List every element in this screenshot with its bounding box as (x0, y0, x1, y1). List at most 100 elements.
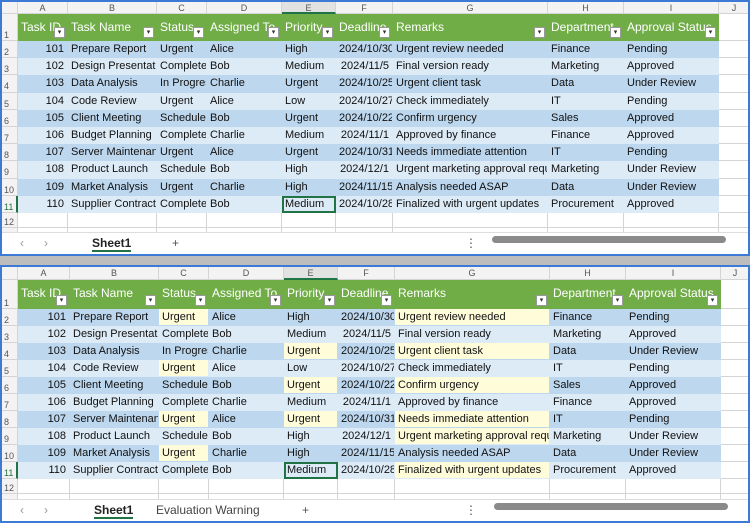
header-assigned-to[interactable]: Assigned To ▾ (209, 280, 284, 309)
table-cell[interactable]: Approved (624, 195, 719, 213)
table-cell[interactable]: 108 (18, 161, 68, 179)
table-cell[interactable]: Urgent (157, 92, 207, 110)
table-cell[interactable]: Urgent (282, 75, 336, 93)
row-header-11[interactable]: 11 (2, 462, 18, 479)
table-cell[interactable]: Sales (550, 377, 626, 394)
horizontal-scrollbar[interactable] (494, 503, 728, 510)
header-assigned-to[interactable]: Assigned To ▾ (207, 14, 282, 41)
table-cell[interactable]: Product Launch (70, 428, 159, 445)
more-options-icon[interactable]: ⋮ (465, 236, 477, 250)
table-cell[interactable]: Supplier Contract (70, 462, 159, 479)
table-cell[interactable]: Urgent (157, 144, 207, 162)
header-department[interactable]: Department ▾ (548, 14, 624, 41)
table-cell[interactable]: Approved (624, 109, 719, 127)
table-cell[interactable]: Urgent client task (393, 75, 548, 93)
empty-cell[interactable] (207, 213, 282, 229)
table-cell[interactable]: Server Maintenance (68, 144, 157, 162)
table-cell[interactable]: Data (548, 75, 624, 93)
table-cell[interactable]: Data (550, 343, 626, 360)
table-cell[interactable]: Final version ready (395, 326, 550, 343)
table-cell[interactable]: Final version ready (393, 58, 548, 76)
row-header-5[interactable]: 5 (2, 360, 18, 377)
table-cell[interactable]: Finance (548, 127, 624, 145)
table-cell[interactable]: Completed (157, 127, 207, 145)
table-cell[interactable]: Bob (207, 58, 282, 76)
table-cell[interactable]: Finalized with urgent updates (393, 195, 548, 213)
table-cell[interactable]: Design Presentation (68, 58, 157, 76)
table-cell[interactable]: Data Analysis (68, 75, 157, 93)
table-cell[interactable]: 109 (18, 178, 68, 196)
table-cell[interactable]: Alice (207, 144, 282, 162)
table-cell[interactable]: Marketing (548, 161, 624, 179)
table-cell[interactable]: Bob (207, 109, 282, 127)
filter-dropdown-icon[interactable]: ▾ (195, 295, 206, 306)
filter-dropdown-icon[interactable]: ▾ (536, 295, 547, 306)
row-header-4[interactable]: 4 (2, 75, 18, 93)
row-header-8[interactable]: 8 (2, 411, 18, 428)
table-cell[interactable]: Urgent marketing approval required (395, 428, 550, 445)
table-cell[interactable]: High (284, 445, 338, 462)
empty-cell[interactable] (721, 360, 748, 377)
empty-cell[interactable] (721, 377, 748, 394)
table-cell[interactable]: IT (550, 360, 626, 377)
table-cell[interactable]: Finance (548, 41, 624, 59)
table-cell[interactable]: Supplier Contract (68, 195, 157, 213)
table-cell[interactable]: Bob (209, 462, 284, 479)
empty-cell[interactable] (719, 144, 748, 162)
table-cell[interactable]: Client Meeting (68, 109, 157, 127)
table-cell[interactable]: 102 (18, 326, 70, 343)
table-cell[interactable]: Completed (159, 394, 209, 411)
header-approval-status[interactable]: Approval Status ▾ (624, 14, 719, 41)
filter-dropdown-icon[interactable]: ▾ (707, 295, 718, 306)
table-cell[interactable]: Under Review (626, 445, 721, 462)
empty-cell[interactable] (719, 161, 748, 179)
row-header-3[interactable]: 3 (2, 326, 18, 343)
header-task-id[interactable]: Task ID ▾ (18, 14, 68, 41)
row-header-5[interactable]: 5 (2, 92, 18, 110)
empty-cell[interactable] (719, 41, 748, 59)
table-cell[interactable]: 2024/11/5 (336, 58, 393, 76)
row-header-6[interactable]: 6 (2, 377, 18, 394)
empty-cell[interactable] (721, 428, 748, 445)
table-cell[interactable]: Alice (209, 411, 284, 428)
column-header-g[interactable]: G (393, 2, 548, 14)
row-header-2[interactable]: 2 (2, 41, 18, 59)
table-cell[interactable]: Confirm urgency (395, 377, 550, 394)
row-header-10[interactable]: 10 (2, 178, 18, 196)
table-cell[interactable]: Budget Planning (70, 394, 159, 411)
filter-dropdown-icon[interactable]: ▾ (143, 27, 154, 38)
header-department[interactable]: Department ▾ (550, 280, 626, 309)
next-sheet-button[interactable]: › (44, 236, 48, 250)
empty-cell[interactable] (624, 213, 719, 229)
table-cell[interactable]: 2024/10/25 (338, 343, 395, 360)
table-cell[interactable]: Market Analysis (68, 178, 157, 196)
table-cell[interactable]: Charlie (207, 127, 282, 145)
table-cell[interactable]: Approved (626, 462, 721, 479)
table-cell[interactable]: Bob (209, 326, 284, 343)
table-cell[interactable]: 2024/12/1 (336, 161, 393, 179)
row-header-4[interactable]: 4 (2, 343, 18, 360)
table-cell[interactable]: Code Review (68, 92, 157, 110)
table-cell[interactable]: 107 (18, 144, 68, 162)
empty-cell[interactable] (719, 196, 748, 213)
prev-sheet-button[interactable]: ‹ (20, 236, 24, 250)
empty-cell[interactable] (721, 343, 748, 360)
empty-cell[interactable] (721, 309, 748, 326)
table-cell[interactable]: Approved (626, 394, 721, 411)
row-header-12[interactable]: 12 (2, 479, 18, 494)
column-header-j[interactable]: J (719, 2, 748, 14)
table-cell[interactable]: Charlie (209, 394, 284, 411)
empty-cell[interactable] (68, 213, 157, 229)
select-all-corner[interactable] (2, 267, 18, 280)
table-cell[interactable]: 101 (18, 41, 68, 59)
column-header-i[interactable]: I (624, 2, 719, 14)
column-header-c[interactable]: C (157, 2, 207, 14)
table-cell[interactable]: 2024/11/1 (338, 394, 395, 411)
table-cell[interactable]: Completed (157, 58, 207, 76)
table-cell[interactable]: Approved by finance (395, 394, 550, 411)
row-header-8[interactable]: 8 (2, 144, 18, 162)
column-header-a[interactable]: A (18, 2, 68, 14)
header-task-name[interactable]: Task Name ▾ (70, 280, 159, 309)
table-cell[interactable]: 104 (18, 360, 70, 377)
empty-cell[interactable] (18, 213, 68, 229)
